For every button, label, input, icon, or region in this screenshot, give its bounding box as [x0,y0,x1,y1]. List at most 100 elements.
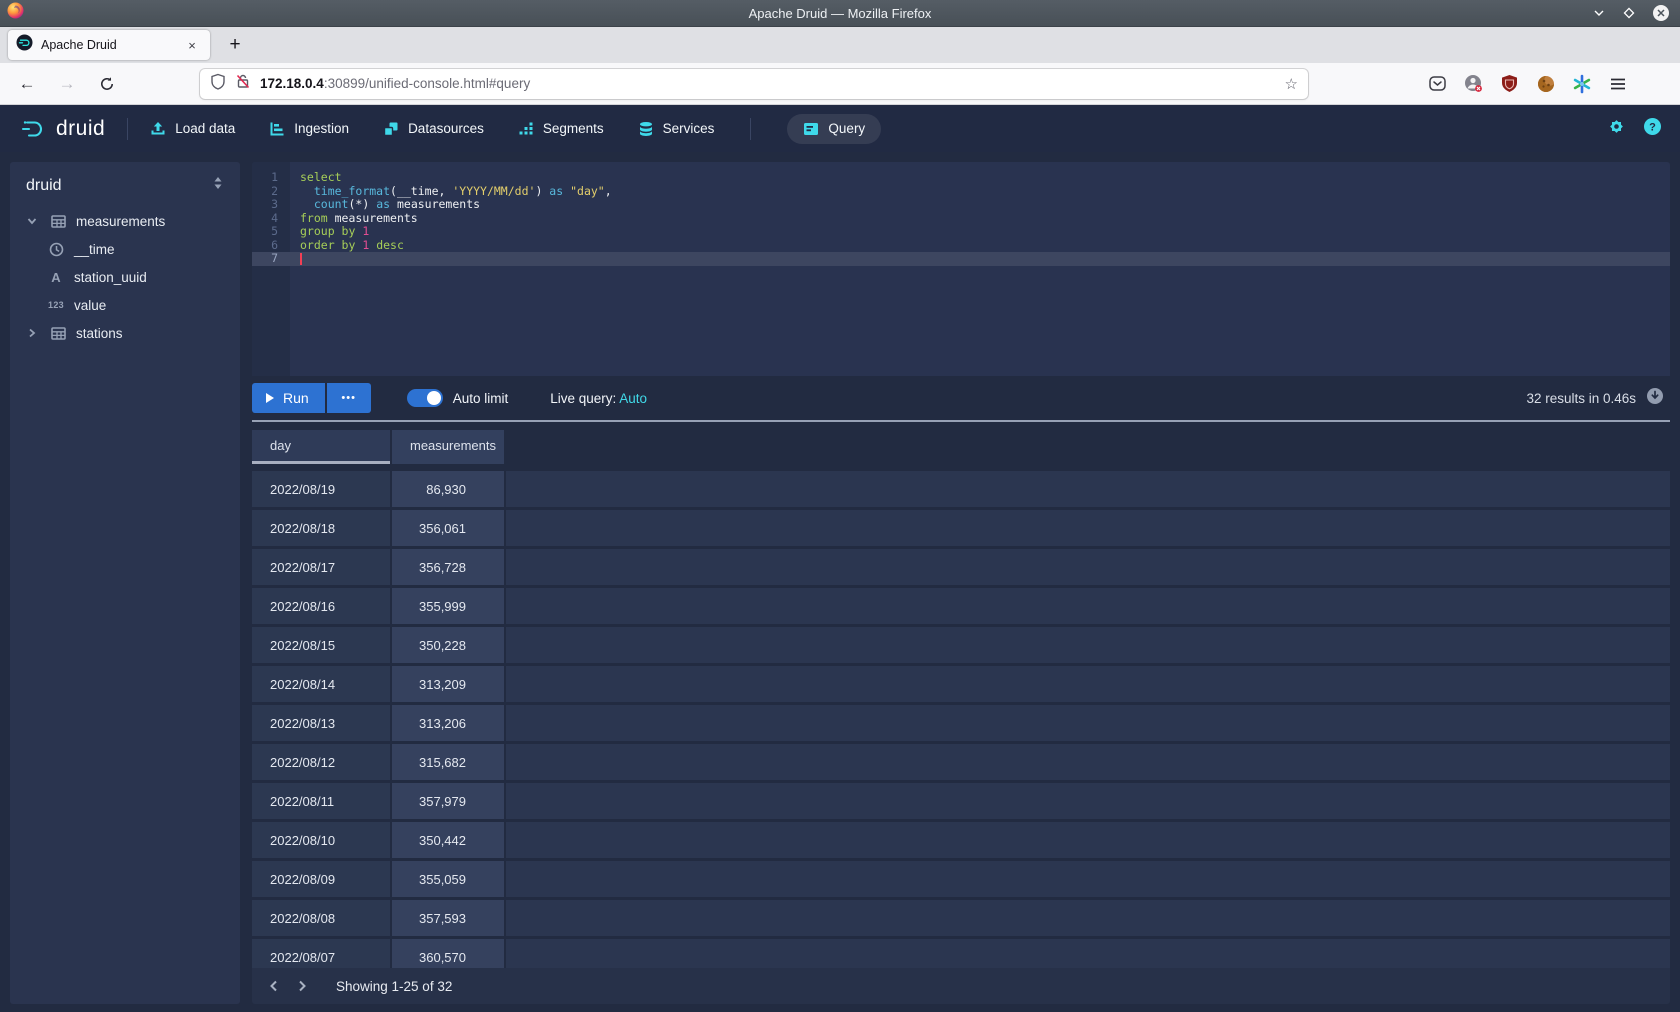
cell-measurements[interactable]: 356,728 [392,549,504,585]
tab-close-icon[interactable]: × [182,35,202,55]
cell-measurements[interactable]: 313,206 [392,705,504,741]
cell-measurements[interactable]: 356,061 [392,510,504,546]
cell-measurements[interactable]: 315,682 [392,744,504,780]
cell-measurements[interactable]: 360,570 [392,939,504,968]
cell-day[interactable]: 2022/08/08 [252,900,390,936]
new-tab-button[interactable]: + [220,30,250,60]
code-line[interactable]: 5group by 1 [252,225,1670,239]
header-separator [127,118,128,140]
column-header-day[interactable]: day [252,430,390,464]
tracking-shield-icon[interactable] [210,73,226,95]
previous-page-button[interactable] [260,972,288,1000]
line-number: 7 [252,252,290,266]
sql-editor[interactable]: 1select2 time_format(__time, 'YYYY/MM/dd… [252,162,1670,376]
column-header-measurements[interactable]: measurements [392,430,504,464]
download-results-icon[interactable] [1646,387,1664,410]
console-content: druid measurements __time A station_uuid… [0,152,1680,1012]
nav-segments[interactable]: Segments [518,121,604,137]
svg-text:?: ? [1649,121,1656,133]
cell-day[interactable]: 2022/08/17 [252,549,390,585]
window-minimize-button[interactable] [1592,6,1606,20]
menu-hamburger-icon[interactable] [1606,72,1629,95]
row-filler [506,783,1670,819]
table-name: measurements [76,214,165,229]
live-query-value[interactable]: Auto [619,391,647,406]
cell-measurements[interactable]: 357,593 [392,900,504,936]
segments-icon [518,121,534,137]
code-line[interactable]: 6order by 1 desc [252,239,1670,253]
reload-button[interactable] [94,71,120,97]
bookmark-star-icon[interactable]: ☆ [1285,75,1298,93]
row-filler [506,588,1670,624]
cell-day[interactable]: 2022/08/18 [252,510,390,546]
sidebar-column-value[interactable]: 123 value [10,291,240,319]
code-line[interactable]: 1select [252,171,1670,185]
pagination-status: Showing 1-25 of 32 [336,979,452,994]
browser-tab-apache-druid[interactable]: Apache Druid × [8,30,210,60]
sidebar-column-station-uuid[interactable]: A station_uuid [10,263,240,291]
table-row: 2022/08/09355,059 [252,861,1670,897]
toggle-switch[interactable] [407,389,443,407]
sort-columns-icon[interactable] [212,176,224,195]
cell-day[interactable]: 2022/08/14 [252,666,390,702]
profile-extension-icon[interactable] [1462,72,1485,95]
cell-day[interactable]: 2022/08/07 [252,939,390,968]
sidebar-table-stations[interactable]: stations [10,319,240,347]
sidebar-column-time[interactable]: __time [10,235,240,263]
cell-day[interactable]: 2022/08/12 [252,744,390,780]
help-icon[interactable]: ? [1643,117,1662,141]
run-more-button[interactable]: ••• [327,383,371,413]
next-page-button[interactable] [288,972,316,1000]
cell-day[interactable]: 2022/08/11 [252,783,390,819]
result-status: 32 results in 0.46s [1526,391,1636,406]
cell-measurements[interactable]: 350,442 [392,822,504,858]
nav-load-data[interactable]: Load data [150,121,235,137]
forward-button[interactable]: → [54,71,80,97]
cell-measurements[interactable]: 313,209 [392,666,504,702]
cell-measurements[interactable]: 355,999 [392,588,504,624]
sidebar-table-measurements[interactable]: measurements [10,207,240,235]
nav-ingestion[interactable]: Ingestion [269,121,349,137]
code-line[interactable]: 4from measurements [252,212,1670,226]
cell-measurements[interactable]: 350,228 [392,627,504,663]
table-row: 2022/08/12315,682 [252,744,1670,780]
nav-datasources[interactable]: Datasources [383,121,484,137]
line-number: 1 [252,171,290,185]
cell-day[interactable]: 2022/08/15 [252,627,390,663]
tab-title: Apache Druid [41,38,174,52]
code-line[interactable]: 2 time_format(__time, 'YYYY/MM/dd') as "… [252,185,1670,199]
chevron-down-icon[interactable] [24,216,40,226]
row-filler [506,549,1670,585]
cookie-extension-icon[interactable] [1534,72,1557,95]
cell-day[interactable]: 2022/08/09 [252,861,390,897]
auto-limit-toggle[interactable]: Auto limit [407,389,509,407]
nav-services[interactable]: Services [638,121,715,137]
code-line[interactable]: 3 count(*) as measurements [252,198,1670,212]
url-bar[interactable]: 172.18.0.4:30899/unified-console.html#qu… [200,69,1308,99]
pagination-bar: Showing 1-25 of 32 [252,968,1670,1004]
druid-logo[interactable]: druid [18,114,105,144]
pocket-icon[interactable] [1426,72,1449,95]
ingestion-icon [269,121,285,137]
chevron-right-icon[interactable] [24,328,40,338]
cell-day[interactable]: 2022/08/10 [252,822,390,858]
window-title: Apache Druid — Mozilla Firefox [0,6,1680,21]
cell-measurements[interactable]: 86,930 [392,471,504,507]
settings-gear-icon[interactable] [1607,117,1626,141]
cell-day[interactable]: 2022/08/16 [252,588,390,624]
run-button[interactable]: Run [252,383,325,413]
window-close-button[interactable] [1652,4,1670,22]
insecure-lock-icon[interactable] [235,73,251,95]
asterisk-extension-icon[interactable] [1570,72,1593,95]
cell-measurements[interactable]: 357,979 [392,783,504,819]
code-line[interactable]: 7 [252,252,1670,266]
cell-measurements[interactable]: 355,059 [392,861,504,897]
cell-day[interactable]: 2022/08/19 [252,471,390,507]
table-row: 2022/08/08357,593 [252,900,1670,936]
nav-query[interactable]: Query [787,114,881,144]
ublock-icon[interactable] [1498,72,1521,95]
window-maximize-button[interactable] [1622,6,1636,20]
url-text[interactable]: 172.18.0.4:30899/unified-console.html#qu… [260,76,1276,91]
back-button[interactable]: ← [14,71,40,97]
cell-day[interactable]: 2022/08/13 [252,705,390,741]
